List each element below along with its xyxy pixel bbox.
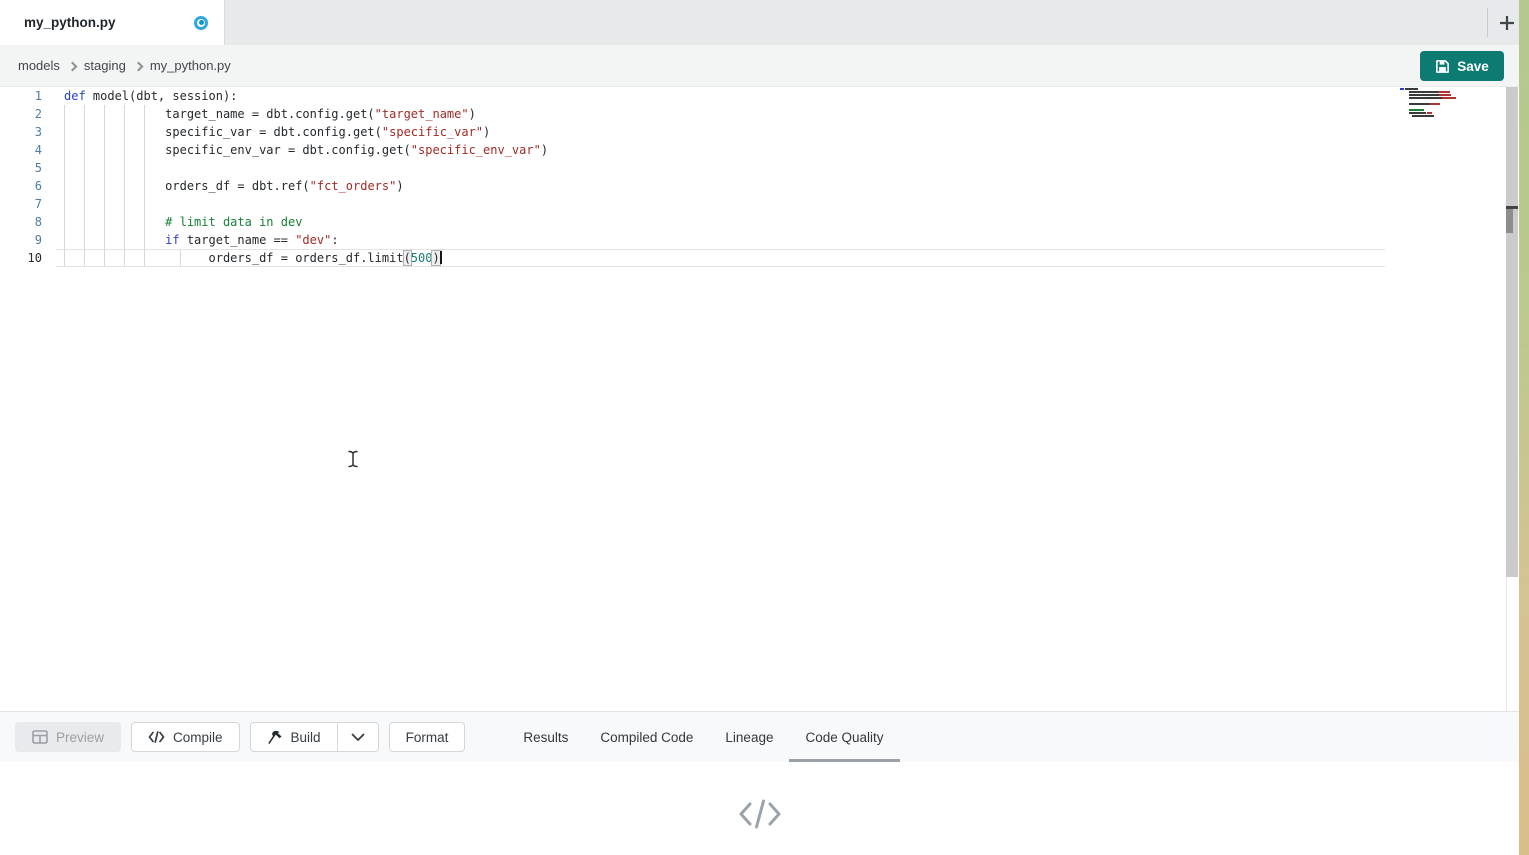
code-line[interactable]: 1def model(dbt, session): xyxy=(0,87,1519,105)
save-button[interactable]: Save xyxy=(1420,51,1504,81)
code-line[interactable]: 8 # limit data in dev xyxy=(0,213,1519,231)
scrollbar-track[interactable] xyxy=(1506,87,1518,577)
code-line[interactable]: 4 specific_env_var = dbt.config.get("spe… xyxy=(0,141,1519,159)
text-cursor xyxy=(440,251,442,264)
code-line[interactable]: 5 xyxy=(0,159,1519,177)
line-number: 5 xyxy=(0,159,64,177)
bottom-toolbar: Preview Compile Build Format Re xyxy=(0,711,1519,762)
code-quality-panel xyxy=(0,762,1519,855)
build-button-label: Build xyxy=(291,730,321,745)
format-button[interactable]: Format xyxy=(389,722,466,752)
code-line[interactable]: 7 xyxy=(0,195,1519,213)
file-tab-my-python[interactable]: my_python.py xyxy=(0,0,225,45)
code-lines: 1def model(dbt, session):2 target_name =… xyxy=(0,87,1519,267)
panel-tab-compiled-code[interactable]: Compiled Code xyxy=(584,712,709,763)
build-button[interactable]: Build xyxy=(250,722,338,752)
panel-tab-code-quality[interactable]: Code Quality xyxy=(789,712,899,763)
chevron-down-icon xyxy=(351,733,365,742)
build-options-button[interactable] xyxy=(338,722,379,752)
preview-button[interactable]: Preview xyxy=(15,722,121,752)
line-number: 4 xyxy=(0,141,64,159)
line-number: 2 xyxy=(0,105,64,123)
editor-right-border xyxy=(1506,577,1507,711)
plus-icon xyxy=(1498,14,1516,32)
scrollbar-thumb[interactable] xyxy=(1506,209,1513,233)
breadcrumb-separator-icon xyxy=(133,61,143,71)
empty-state-code-icon xyxy=(737,798,783,830)
preview-button-label: Preview xyxy=(56,730,104,745)
code-editor[interactable]: 1def model(dbt, session):2 target_name =… xyxy=(0,87,1519,711)
app-window: my_python.py models staging my_python.py S… xyxy=(0,0,1529,855)
desktop-edge-strip xyxy=(1519,0,1529,855)
code-line[interactable]: 9 if target_name == "dev": xyxy=(0,231,1519,249)
line-number: 9 xyxy=(0,231,64,249)
file-tab-bar: my_python.py xyxy=(0,0,1519,45)
save-icon xyxy=(1435,59,1450,74)
panel-tab-lineage[interactable]: Lineage xyxy=(709,712,789,763)
compile-button[interactable]: Compile xyxy=(131,722,240,752)
save-button-label: Save xyxy=(1457,59,1489,74)
line-number: 7 xyxy=(0,195,64,213)
breadcrumb-item[interactable]: models xyxy=(18,58,60,73)
file-tab-label: my_python.py xyxy=(24,15,194,30)
format-button-label: Format xyxy=(406,730,449,745)
build-split-button: Build xyxy=(250,722,379,752)
line-number: 10 xyxy=(0,249,64,267)
mouse-cursor-ibeam-icon xyxy=(347,450,359,468)
panel-tab-results[interactable]: Results xyxy=(507,712,584,763)
code-icon xyxy=(148,731,165,743)
panel-tabs: ResultsCompiled CodeLineageCode Quality xyxy=(507,712,899,763)
breadcrumb-separator-icon xyxy=(67,61,77,71)
line-number: 8 xyxy=(0,213,64,231)
tab-bar-divider xyxy=(1487,8,1488,37)
add-tab-button[interactable] xyxy=(1492,8,1522,38)
line-number: 3 xyxy=(0,123,64,141)
minimap[interactable] xyxy=(1400,88,1464,120)
code-line[interactable]: 2 target_name = dbt.config.get("target_n… xyxy=(0,105,1519,123)
breadcrumb-item[interactable]: my_python.py xyxy=(150,58,231,73)
breadcrumb-bar: models staging my_python.py xyxy=(0,45,1519,87)
unsaved-indicator-icon[interactable] xyxy=(194,16,208,30)
line-number: 1 xyxy=(0,87,64,105)
code-line[interactable]: 10 orders_df = orders_df.limit(500) xyxy=(0,249,1519,267)
compile-button-label: Compile xyxy=(173,730,223,745)
table-icon xyxy=(32,730,48,744)
breadcrumb-item[interactable]: staging xyxy=(84,58,126,73)
line-number: 6 xyxy=(0,177,64,195)
hammer-icon xyxy=(267,730,283,745)
breadcrumb: models staging my_python.py xyxy=(18,57,231,75)
code-line[interactable]: 6 orders_df = dbt.ref("fct_orders") xyxy=(0,177,1519,195)
code-line[interactable]: 3 specific_var = dbt.config.get("specifi… xyxy=(0,123,1519,141)
